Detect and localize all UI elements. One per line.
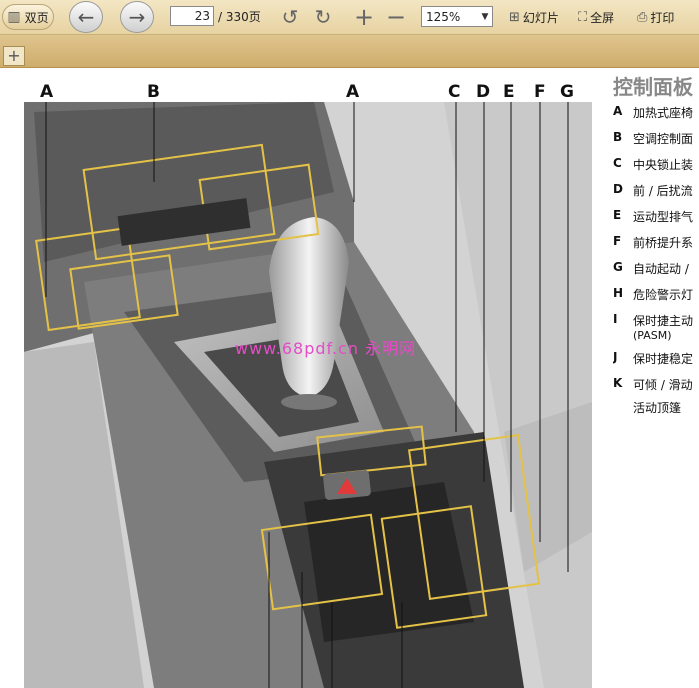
zoom-in-button[interactable]: + [352,3,376,31]
rotate-right-button[interactable]: ↻ [311,5,335,29]
rotate-right-icon: ↻ [314,5,332,29]
legend-key: H [613,286,624,300]
page-number-input[interactable] [170,6,214,26]
print-button[interactable]: ⎙ 打印 [637,9,674,26]
legend-text: 自动起动 / [633,262,689,276]
add-tab-button[interactable]: + [3,46,25,66]
legend-item: B 空调控制面 [613,130,693,147]
page-total: / 330页 [218,10,261,24]
fullscreen-icon: ⛶ [578,10,588,25]
legend-subtext: (PASM) [633,329,672,342]
legend-text: 保时捷稳定 [633,352,694,366]
legend-text: 危险警示灯 [633,288,694,302]
console-illustration [24,102,592,688]
slideshow-button[interactable]: ⊞ 幻灯片 [509,9,559,26]
rotate-left-icon: ↺ [281,5,299,29]
slideshow-label: 幻灯片 [522,11,559,25]
callout-label: C [448,82,461,102]
legend-text: 空调控制面 [633,132,694,146]
callout-label: G [560,82,574,102]
legend-text: 保时捷主动 [633,314,694,328]
back-button[interactable]: ← [69,1,103,33]
callout-label: D [476,82,491,102]
callout-label: A [346,82,360,102]
legend-item: D 前 / 后扰流 [613,182,693,199]
callout-label: B [147,82,160,102]
callout-label: E [503,82,515,102]
zoom-select[interactable]: 125% ▼ [421,6,493,27]
legend-key: G [613,260,623,274]
legend-text: 前桥提升系 [633,236,694,250]
legend-item: G 自动起动 / [613,260,689,277]
dual-page-label: 双页 [24,10,49,25]
arrow-left-icon: ← [77,5,95,29]
plus-icon: + [353,3,375,31]
dual-page-button[interactable]: ▥ 双页 [2,4,54,30]
fullscreen-label: 全屏 [590,11,615,25]
legend-subtext: 活动顶篷 [633,401,682,415]
legend-item: A 加热式座椅 [613,104,693,121]
toolbar: ▥ 双页 ← → / 330页 ↺ ↻ + − 125% ▼ ⊞ 幻灯片 ⛶ 全… [0,0,699,35]
legend-text: 加热式座椅 [633,106,694,120]
slideshow-icon: ⊞ [509,10,520,25]
fullscreen-button[interactable]: ⛶ 全屏 [578,9,614,26]
watermark-text: www.68pdf.cn 永明网 [235,339,417,358]
printer-icon: ⎙ [637,10,648,25]
zoom-value: 125% [426,9,461,24]
legend-item: I 保时捷主动 (PASM) [613,312,693,342]
legend-item: H 危险警示灯 [613,286,693,303]
legend-key: C [613,156,622,170]
legend-text: 运动型排气 [633,210,694,224]
legend-key: A [613,104,623,118]
print-label: 打印 [650,11,675,25]
legend-item: J 保时捷稳定 [613,350,693,367]
section-title: 控制面板 [613,75,693,99]
center-console-photo [24,102,592,688]
legend-key: I [613,312,618,326]
callout-label: A [40,82,54,102]
arrow-right-icon: → [128,5,146,29]
rotate-left-button[interactable]: ↺ [278,5,302,29]
legend-key: D [613,182,623,196]
legend-item: C 中央锁止装 [613,156,693,173]
legend-key: E [613,208,622,222]
legend-text: 前 / 后扰流 [633,184,693,198]
legend-text: 中央锁止装 [633,158,694,172]
minus-icon: − [385,3,407,31]
legend-key: K [613,376,623,390]
tab-strip [0,35,699,68]
callout-label: F [534,82,546,102]
legend-text: 可倾 / 滑动 [633,378,693,392]
legend-key: F [613,234,622,248]
zoom-out-button[interactable]: − [384,3,408,31]
legend-key: B [613,130,623,144]
legend-list: A 加热式座椅 B 空调控制面 C 中央锁止装 D 前 / 后扰流 E 运动型排气 F 前桥… [613,102,699,422]
legend-item: K 可倾 / 滑动 活动顶篷 [613,376,693,416]
legend-item: E 运动型排气 [613,208,693,225]
chevron-down-icon: ▼ [481,11,489,22]
legend-key: J [613,350,618,364]
forward-button[interactable]: → [120,1,154,33]
book-icon: ▥ [7,9,21,25]
legend-item: F 前桥提升系 [613,234,693,251]
